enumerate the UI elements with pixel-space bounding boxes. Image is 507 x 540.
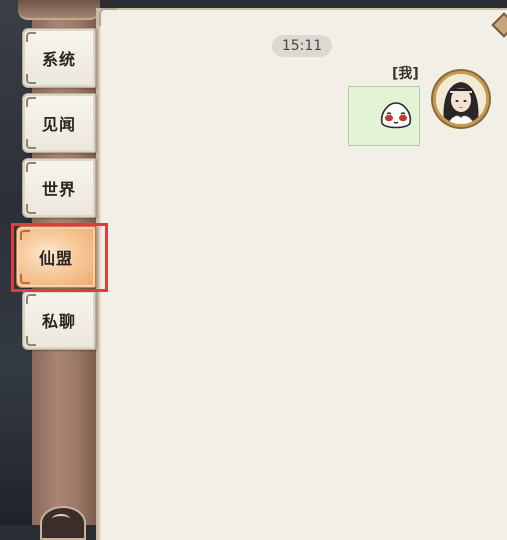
smiling-dumpling-face-icon [380, 102, 412, 129]
panel-corner-ornament [99, 8, 117, 26]
tab-private-chat[interactable]: 私聊 [22, 290, 96, 350]
tab-label: 见闻 [41, 115, 76, 134]
tab-news[interactable]: 见闻 [22, 93, 96, 153]
sender-label: [我] [392, 66, 419, 82]
character-portrait-icon [436, 74, 486, 124]
sidebar-bottom-ornament [40, 506, 86, 540]
selection-highlight [11, 223, 108, 292]
sidebar-top-cap [18, 0, 100, 20]
tab-label: 私聊 [41, 312, 76, 331]
message-bubble[interactable] [348, 86, 420, 146]
message-timestamp: 15:11 [272, 35, 332, 57]
tab-label: 系统 [41, 50, 76, 69]
tab-label: 世界 [41, 180, 76, 199]
tab-world[interactable]: 世界 [22, 158, 96, 218]
tab-system[interactable]: 系统 [22, 28, 96, 88]
avatar[interactable] [433, 71, 489, 127]
